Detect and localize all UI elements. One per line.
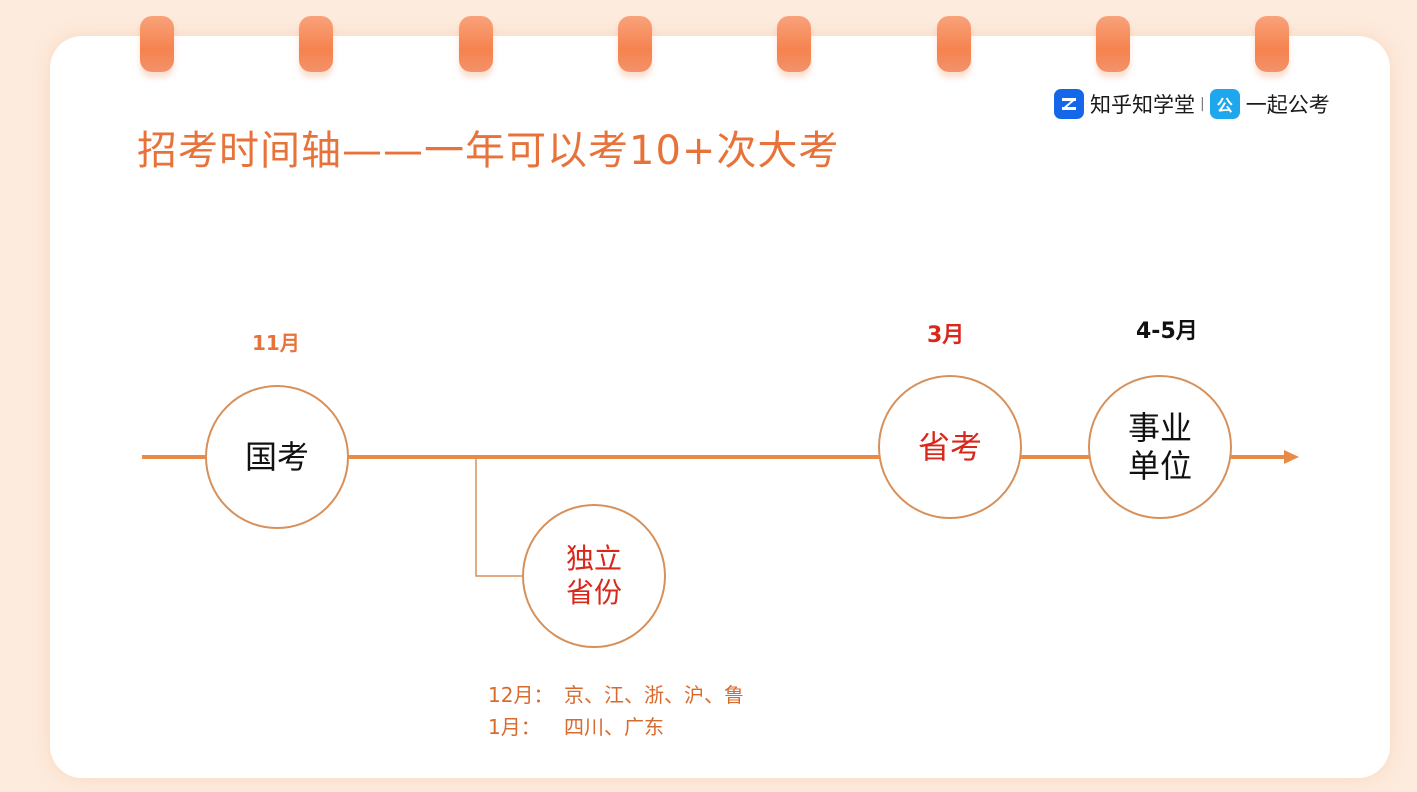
province-notes: 12月： 京、江、浙、沪、鲁 1月： 四川、广东 — [488, 679, 744, 743]
node-duli-line2: 省份 — [565, 576, 622, 609]
node-guokao: 国考 — [206, 386, 348, 528]
node-shengkao-label: 省考 — [917, 427, 982, 466]
node-guokao-label: 国考 — [244, 437, 309, 476]
note-month: 1月： — [488, 715, 541, 739]
node-duli-line1: 独立 — [565, 542, 622, 576]
month-label-shengkao: 3月 — [927, 323, 965, 348]
note-month: 12月： — [488, 683, 554, 707]
node-shengkao: 省考 — [879, 376, 1021, 518]
timeline-arrowhead — [1284, 450, 1299, 464]
note-line: 12月： 京、江、浙、沪、鲁 — [488, 679, 744, 711]
node-duli: 独立 省份 — [523, 505, 665, 647]
node-shiye: 事业 单位 — [1089, 376, 1231, 518]
node-shiye-line1: 事业 — [1127, 408, 1192, 447]
month-label-guokao: 11月 — [252, 331, 300, 355]
node-shiye-line2: 单位 — [1127, 447, 1192, 485]
note-places: 四川、广东 — [564, 715, 664, 739]
note-line: 1月： 四川、广东 — [488, 711, 744, 743]
month-label-shiye: 4-5月 — [1136, 319, 1198, 344]
branch-connector — [475, 457, 522, 577]
note-places: 京、江、浙、沪、鲁 — [564, 683, 744, 707]
